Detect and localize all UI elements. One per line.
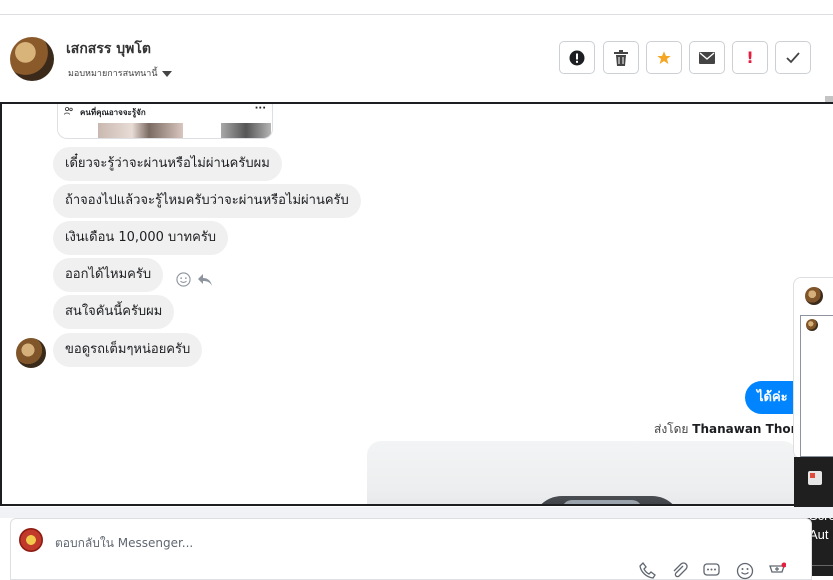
envelope-icon	[699, 51, 715, 64]
contact-name[interactable]: เสกสรร บุพโต	[66, 38, 151, 60]
people-icon	[64, 107, 73, 115]
conversation-panel: คนที่คุณอาจจะรู้จัก ··· เดี๋ยวจะรู้ว่าจะ…	[0, 102, 833, 506]
contact-avatar-small	[16, 338, 46, 368]
message-bubble[interactable]: สนใจคันนี้ครับผม	[53, 295, 175, 329]
car-photo[interactable]	[367, 441, 797, 504]
chat-head-avatar	[805, 287, 823, 305]
message-bubble[interactable]: เงินเดือน 10,000 บาทครับ	[53, 221, 229, 255]
chat-head-widget[interactable]	[793, 277, 833, 459]
trash-icon	[614, 49, 628, 66]
contact-avatar[interactable]	[10, 37, 54, 81]
attachment-icon[interactable]	[671, 562, 689, 580]
preview-avatar	[806, 319, 818, 331]
assign-conversation-dropdown[interactable]: มอบหมายการสนทนานี้	[68, 66, 172, 80]
phone-icon[interactable]	[639, 562, 657, 580]
message-bubble[interactable]: ขอดูรถเต็มๆหน่อยครับ	[53, 333, 203, 367]
message-bubble[interactable]: เดี๋ยวจะรู้ว่าจะผ่านหรือไม่ผ่านครับผม	[53, 147, 282, 181]
checkmark-icon	[786, 51, 800, 63]
app-icon	[808, 471, 822, 485]
sent-by-name: Thanawan Thon	[692, 422, 800, 436]
report-icon	[569, 50, 585, 65]
reply-input[interactable]: ตอบกลับใน Messenger...	[55, 534, 193, 553]
mark-unread-button[interactable]	[689, 41, 725, 74]
composer-divider	[0, 507, 833, 518]
star-icon	[657, 50, 671, 64]
caret-down-icon	[161, 70, 172, 77]
sent-by-prefix: ส่งโดย	[654, 422, 689, 436]
assign-label: มอบหมายการสนทนานี้	[68, 69, 158, 79]
smiley-icon[interactable]	[176, 272, 191, 287]
delete-button[interactable]	[603, 41, 639, 74]
card-title: คนที่คุณอาจจะรู้จัก	[80, 108, 146, 117]
message-bubble[interactable]: ออกได้ไหมครับ	[53, 258, 164, 292]
popup-button[interactable]	[809, 565, 833, 576]
chat-head-preview	[800, 315, 833, 457]
mark-done-button[interactable]	[775, 41, 811, 74]
message-actions	[176, 272, 213, 287]
star-button[interactable]	[646, 41, 682, 74]
sent-by-label: ส่งโดย Thanawan Thon	[654, 420, 812, 439]
follow-up-button[interactable]: !	[732, 41, 768, 74]
shared-suggestion-card[interactable]: คนที่คุณอาจจะรู้จัก ···	[57, 104, 273, 139]
exclamation-icon: !	[746, 48, 754, 67]
shop-icon[interactable]	[768, 562, 786, 580]
emoji-icon[interactable]	[736, 562, 754, 580]
more-options-icon[interactable]: ···	[255, 104, 266, 114]
top-divider	[0, 14, 833, 15]
car-window	[562, 500, 642, 504]
report-spam-button[interactable]	[559, 41, 595, 74]
saved-replies-icon[interactable]	[703, 562, 721, 580]
message-bubble[interactable]: ถ้าจองไปแล้วจะรู้ไหมครับว่าจะผ่านหรือไม่…	[53, 184, 361, 218]
page-avatar	[19, 528, 43, 552]
suggestion-photo	[98, 123, 183, 138]
sent-message-bubble[interactable]: ได้ค่ะ	[745, 381, 800, 414]
car-shape	[532, 496, 682, 504]
suggestion-photo	[221, 123, 271, 138]
reply-icon[interactable]	[197, 273, 213, 287]
